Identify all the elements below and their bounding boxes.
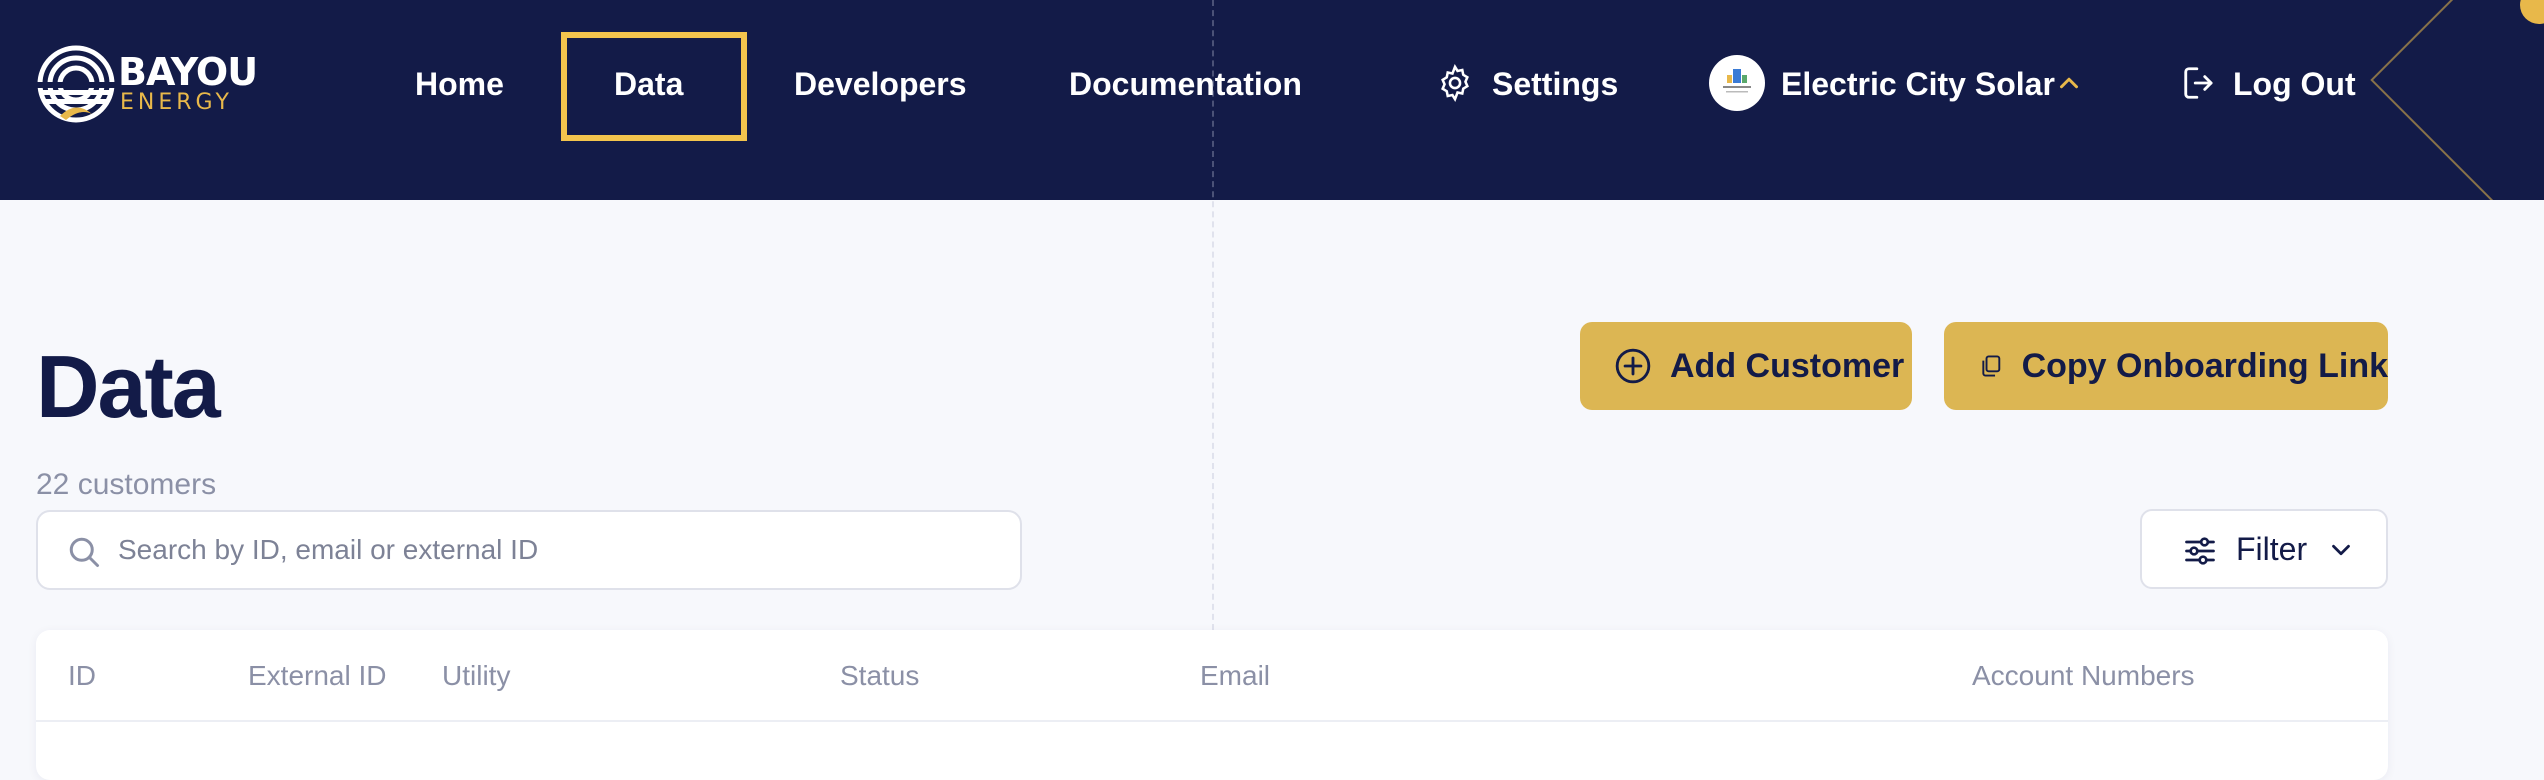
- search-box[interactable]: [36, 510, 1022, 590]
- top-navigation-bar: BAYOU ENERGY Home Data Developers Docume…: [0, 0, 2544, 200]
- filter-button[interactable]: Filter: [2140, 509, 2388, 589]
- sliders-icon: [2185, 537, 2215, 565]
- chevron-up-icon[interactable]: [2054, 68, 2084, 98]
- search-icon: [69, 537, 99, 567]
- column-header-email[interactable]: Email: [1200, 630, 1270, 722]
- brand-name-line1: BAYOU: [118, 50, 258, 94]
- customer-count: 22 customers: [36, 468, 217, 501]
- org-logo-icon: [1723, 69, 1751, 93]
- chevron-down-icon: [2332, 544, 2350, 556]
- nav-developers[interactable]: Developers: [794, 56, 967, 112]
- sun-logo-icon: [36, 45, 116, 123]
- bayou-energy-logo[interactable]: BAYOU ENERGY: [36, 44, 258, 124]
- nav-documentation[interactable]: Documentation: [1069, 56, 1302, 112]
- page-title: Data: [36, 337, 221, 436]
- column-header-utility[interactable]: Utility: [442, 630, 510, 722]
- nav-logout[interactable]: Log Out: [2233, 56, 2356, 112]
- copy-icon: [1982, 355, 2001, 377]
- column-header-id[interactable]: ID: [68, 630, 96, 722]
- column-header-external-id[interactable]: External ID: [248, 630, 387, 722]
- org-avatar[interactable]: [1709, 55, 1765, 111]
- search-input[interactable]: [118, 512, 998, 588]
- logout-icon[interactable]: [2181, 64, 2219, 102]
- table-header-row: ID External ID Utility Status Email Acco…: [36, 630, 2388, 722]
- add-customer-label: Add Customer: [1670, 346, 1905, 385]
- filter-label: Filter: [2236, 531, 2308, 567]
- nav-home[interactable]: Home: [415, 56, 504, 112]
- column-header-account-numbers[interactable]: Account Numbers: [1972, 630, 2195, 722]
- add-customer-button[interactable]: Add Customer: [1580, 322, 1912, 410]
- decorative-dashed-divider: [1212, 0, 1214, 630]
- brand-name-line2: ENERGY: [120, 90, 233, 115]
- nav-data[interactable]: Data: [614, 56, 683, 112]
- decorative-diamond: [2370, 0, 2544, 200]
- customers-table: ID External ID Utility Status Email Acco…: [36, 630, 2388, 780]
- org-switcher-name[interactable]: Electric City Solar: [1781, 56, 2055, 112]
- copy-onboarding-link-button[interactable]: Copy Onboarding Link: [1944, 322, 2388, 410]
- column-header-status[interactable]: Status: [840, 630, 919, 722]
- nav-settings[interactable]: Settings: [1492, 56, 1618, 112]
- copy-onboarding-link-label: Copy Onboarding Link: [2021, 346, 2388, 385]
- plus-circle-icon: [1615, 348, 1651, 384]
- gear-icon[interactable]: [1436, 64, 1474, 102]
